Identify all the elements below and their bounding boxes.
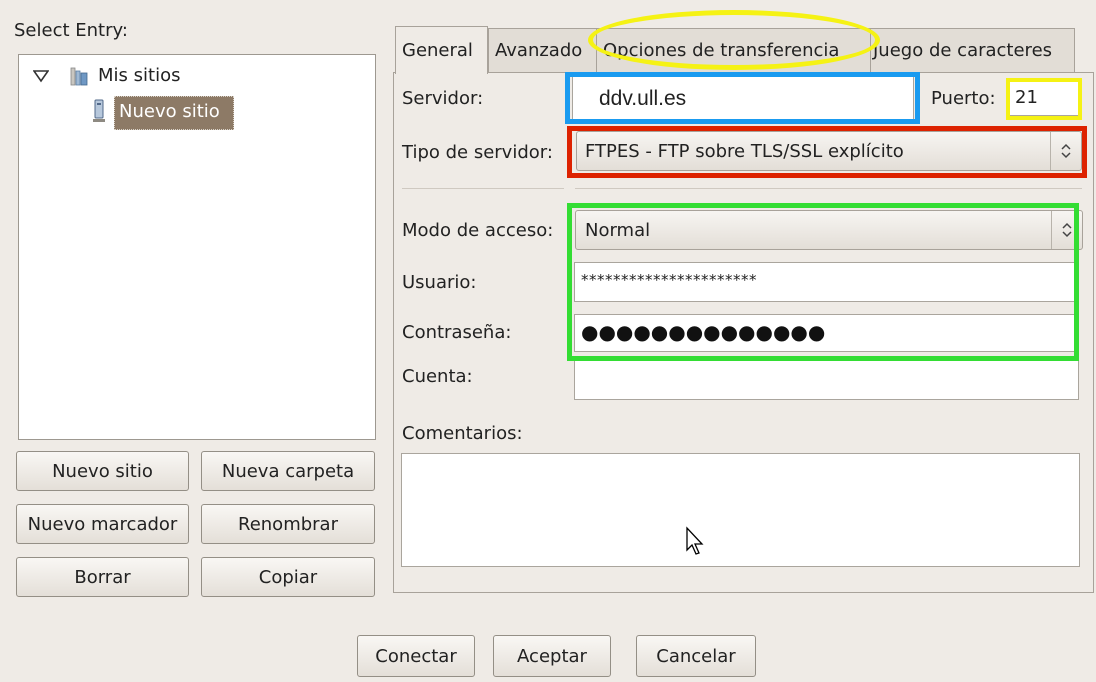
tree-child-label: Nuevo sitio (119, 101, 220, 122)
chevron-updown-icon (1050, 132, 1081, 170)
port-input[interactable]: 21 (1008, 80, 1079, 116)
server-label: Servidor: (402, 88, 484, 109)
access-mode-select[interactable]: Normal (575, 210, 1083, 250)
tab-general-label: General (402, 40, 473, 61)
mouse-pointer-icon (685, 526, 705, 556)
cancel-button[interactable]: Cancelar (636, 635, 756, 677)
access-mode-value: Normal (585, 220, 651, 241)
connect-button[interactable]: Conectar (357, 635, 475, 677)
tab-general[interactable]: General (395, 26, 488, 74)
tab-advanced-label: Avanzado (495, 40, 583, 61)
chevron-updown-icon (1051, 211, 1082, 249)
account-input[interactable] (574, 360, 1079, 400)
password-label: Contraseña: (402, 322, 512, 343)
separator-right (575, 188, 1082, 189)
server-type-select[interactable]: FTPES - FTP sobre TLS/SSL explícito (576, 131, 1082, 171)
server-value: ddv.ull.es (599, 87, 687, 110)
tab-advanced[interactable]: Avanzado (488, 28, 598, 72)
server-type-label: Tipo de servidor: (402, 142, 553, 163)
user-value: ********************** (581, 271, 757, 289)
server-input[interactable]: ddv.ull.es (572, 76, 914, 120)
new-site-button[interactable]: Nuevo sitio (16, 451, 189, 491)
tree-selected-item[interactable]: Nuevo sitio (114, 96, 234, 130)
port-value: 21 (1015, 87, 1038, 108)
tab-charset-label: Juego de caracteres (873, 40, 1053, 61)
delete-button[interactable]: Borrar (16, 557, 189, 597)
server-icon (92, 99, 112, 123)
rename-button[interactable]: Renombrar (201, 504, 375, 544)
comments-textarea[interactable] (401, 453, 1080, 567)
tree-root-label[interactable]: Mis sitios (98, 65, 180, 86)
comments-label: Comentarios: (402, 423, 523, 444)
accept-button[interactable]: Aceptar (493, 635, 611, 677)
tab-charset[interactable]: Juego de caracteres (870, 28, 1075, 72)
tab-transfer-label: Opciones de transferencia (603, 40, 840, 61)
user-label: Usuario: (402, 272, 477, 293)
folder-sites-icon (69, 65, 91, 87)
password-input[interactable]: ●●●●●●●●●●●●●● (574, 314, 1079, 352)
separator-left (402, 188, 564, 189)
server-type-value: FTPES - FTP sobre TLS/SSL explícito (585, 141, 904, 162)
site-tree[interactable]: Mis sitios Nuevo sitio (18, 54, 376, 440)
password-value: ●●●●●●●●●●●●●● (581, 320, 826, 344)
expander-down-icon[interactable] (32, 67, 53, 87)
user-input[interactable]: ********************** (574, 262, 1079, 302)
new-folder-button[interactable]: Nueva carpeta (201, 451, 375, 491)
select-entry-label: Select Entry: (14, 20, 128, 41)
account-label: Cuenta: (402, 366, 473, 387)
tab-transfer-options[interactable]: Opciones de transferencia (596, 28, 872, 72)
port-label: Puerto: (931, 88, 996, 109)
access-mode-label: Modo de acceso: (402, 220, 554, 241)
new-bookmark-button[interactable]: Nuevo marcador (16, 504, 189, 544)
copy-button[interactable]: Copiar (201, 557, 375, 597)
